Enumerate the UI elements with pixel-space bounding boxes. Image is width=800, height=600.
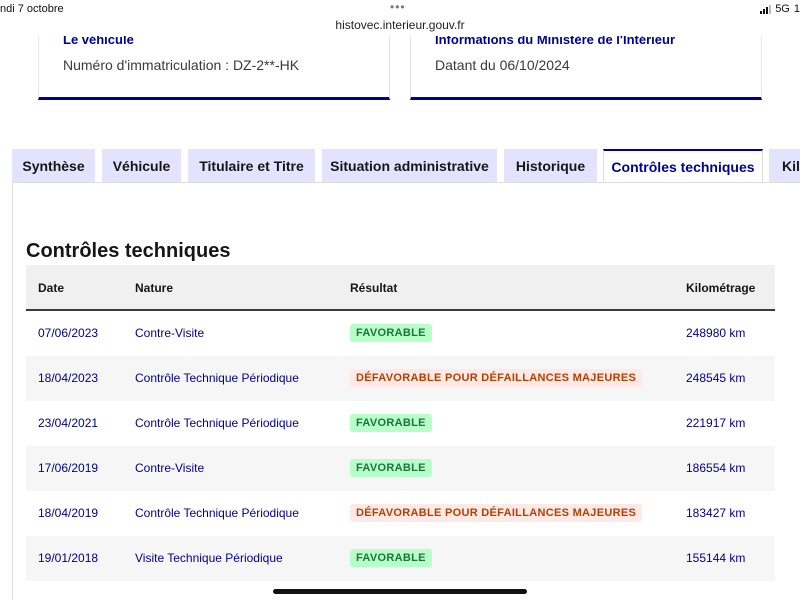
home-indicator[interactable] (273, 589, 527, 594)
tab-kilometrage[interactable]: Kilo (769, 149, 800, 182)
result-badge-favorable: FAVORABLE (350, 324, 432, 342)
tab-controles-techniques[interactable]: Contrôles techniques (603, 149, 763, 183)
info-date: Datant du 06/10/2024 (435, 57, 570, 73)
result-badge-favorable: FAVORABLE (350, 549, 432, 567)
registration-number: Numéro d'immatriculation : DZ-2**-HK (63, 57, 300, 73)
header-result[interactable]: Résultat (350, 281, 397, 295)
row-nature: Visite Technique Périodique (135, 551, 283, 565)
row-nature: Contre-Visite (135, 326, 205, 340)
row-date: 17/06/2019 (38, 461, 99, 475)
section-title: Contrôles techniques (26, 240, 231, 262)
table-row: 18/04/2019 Contrôle Technique Périodique… (26, 491, 775, 536)
row-mileage: 221917 km (686, 416, 746, 430)
battery-label: 1 (793, 3, 800, 15)
table-row: 17/06/2019 Contre-Visite FAVORABLE 18655… (26, 446, 775, 491)
row-date: 23/04/2021 (38, 416, 99, 430)
row-nature: Contre-Visite (135, 461, 205, 475)
header-mileage[interactable]: Kilométrage (686, 281, 755, 295)
result-badge-favorable: FAVORABLE (350, 414, 432, 432)
more-dots-icon[interactable]: ••• (390, 0, 406, 14)
signal-icon (760, 4, 772, 14)
tab-bar: Synthèse Véhicule Titulaire et Titre Sit… (0, 149, 800, 183)
header-date[interactable]: Date (38, 281, 64, 295)
address-bar-url[interactable]: histovec.interieur.gouv.fr (0, 18, 800, 32)
row-nature: Contrôle Technique Périodique (135, 371, 299, 385)
tab-titulaire-titre[interactable]: Titulaire et Titre (188, 149, 315, 182)
row-mileage: 248545 km (686, 371, 746, 385)
inspections-table: Date Nature Résultat Kilométrage 07/06/2… (26, 265, 775, 581)
tab-panel-top-border (12, 182, 800, 183)
row-mileage: 183427 km (686, 506, 746, 520)
row-nature: Contrôle Technique Périodique (135, 416, 299, 430)
tab-situation-administrative[interactable]: Situation administrative (322, 149, 497, 182)
status-bar: ndi 7 octobre ••• histovec.interieur.gou… (0, 0, 800, 36)
table-row: 18/04/2023 Contrôle Technique Périodique… (26, 356, 775, 401)
result-badge-defavorable: DÉFAVORABLE POUR DÉFAILLANCES MAJEURES (350, 369, 643, 387)
status-indicators: 5G 1 (760, 3, 800, 15)
tab-vehicule[interactable]: Véhicule (102, 149, 181, 182)
header-nature[interactable]: Nature (135, 281, 173, 295)
table-row: 19/01/2018 Visite Technique Périodique F… (26, 536, 775, 581)
row-date: 07/06/2023 (38, 326, 99, 340)
table-row: 07/06/2023 Contre-Visite FAVORABLE 24898… (26, 311, 775, 356)
row-mileage: 186554 km (686, 461, 746, 475)
tab-historique[interactable]: Historique (504, 149, 597, 182)
table-header: Date Nature Résultat Kilométrage (26, 265, 775, 311)
tab-synthese[interactable]: Synthèse (12, 149, 95, 182)
row-date: 18/04/2019 (38, 506, 99, 520)
table-row: 23/04/2021 Contrôle Technique Périodique… (26, 401, 775, 446)
result-badge-defavorable: DÉFAVORABLE POUR DÉFAILLANCES MAJEURES (350, 504, 643, 522)
row-nature: Contrôle Technique Périodique (135, 506, 299, 520)
row-mileage: 155144 km (686, 551, 746, 565)
result-badge-favorable: FAVORABLE (350, 459, 432, 477)
row-date: 18/04/2023 (38, 371, 99, 385)
row-date: 19/01/2018 (38, 551, 99, 565)
row-mileage: 248980 km (686, 326, 746, 340)
status-date: ndi 7 octobre (0, 3, 64, 15)
tab-panel-left-border (12, 182, 13, 600)
network-label: 5G (775, 3, 790, 15)
